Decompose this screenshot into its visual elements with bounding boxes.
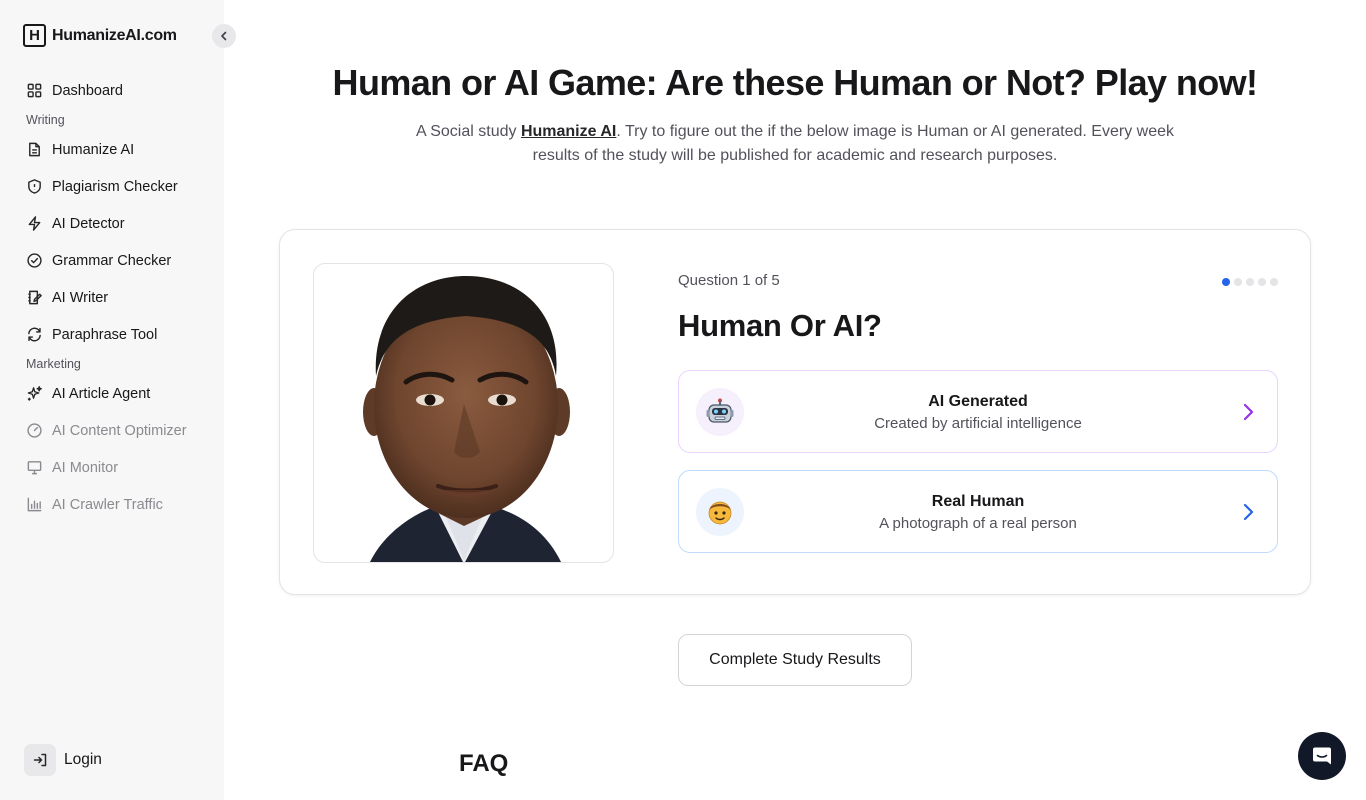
sidebar-item-label: Plagiarism Checker xyxy=(52,178,178,195)
question-title: Human Or AI? xyxy=(678,308,882,343)
gauge-icon xyxy=(27,423,42,438)
nav-section-writing: Writing xyxy=(26,113,65,127)
sidebar: H HumanizeAI.com Dashboard Writing Human… xyxy=(0,0,236,800)
chevron-right-icon xyxy=(1243,403,1254,421)
sidebar-item-label: Grammar Checker xyxy=(52,252,172,269)
login-icon xyxy=(24,744,56,776)
option-title: Real Human xyxy=(931,493,1025,510)
question-progress xyxy=(1222,278,1278,286)
chat-launcher-button[interactable] xyxy=(1298,732,1346,780)
check-circle-icon xyxy=(27,253,42,268)
complete-study-results-button[interactable]: Complete Study Results xyxy=(678,634,912,686)
login-button[interactable]: Login xyxy=(24,744,102,776)
option-real-human[interactable]: Real Human A photograph of a real person xyxy=(678,470,1278,553)
option-title: AI Generated xyxy=(928,393,1028,410)
option-subtitle: Created by artificial intelligence xyxy=(874,415,1082,432)
faq-heading: FAQ xyxy=(459,750,509,777)
sidebar-item-label: AI Detector xyxy=(52,215,125,232)
sparkles-icon xyxy=(27,386,42,401)
refresh-icon xyxy=(28,327,41,342)
sidebar-item-ai-article-agent[interactable]: AI Article Agent xyxy=(0,375,224,412)
brand-mark-icon: H xyxy=(23,24,46,47)
page-subtitle: A Social study Humanize AI. Try to figur… xyxy=(394,120,1196,168)
sidebar-item-ai-crawler-traffic[interactable]: AI Crawler Traffic xyxy=(0,486,224,523)
sidebar-item-label: Humanize AI xyxy=(52,141,135,158)
grid-icon xyxy=(27,83,42,98)
option-ai-generated[interactable]: AI Generated Created by artificial intel… xyxy=(678,370,1278,453)
sidebar-item-humanize-ai[interactable]: Humanize AI xyxy=(0,131,224,168)
sidebar-item-label: AI Writer xyxy=(52,289,109,306)
main-content: Human or AI Game: Are these Human or Not… xyxy=(224,0,1366,800)
nav-section-marketing: Marketing xyxy=(26,357,81,371)
lightning-icon xyxy=(28,216,41,231)
sidebar-item-plagiarism-checker[interactable]: Plagiarism Checker xyxy=(0,168,224,205)
quiz-card: Question 1 of 5 Human Or AI? AI Generate… xyxy=(279,229,1311,595)
login-label: Login xyxy=(64,751,102,768)
page-title: Human or AI Game: Are these Human or Not… xyxy=(332,62,1258,103)
question-counter: Question 1 of 5 xyxy=(678,272,780,289)
shield-icon xyxy=(28,179,41,194)
sidebar-item-label: AI Monitor xyxy=(52,459,119,476)
sidebar-item-ai-content-optimizer[interactable]: AI Content Optimizer xyxy=(0,412,224,449)
monitor-icon xyxy=(27,461,42,475)
sidebar-item-label: Paraphrase Tool xyxy=(52,326,158,343)
sidebar-item-paraphrase-tool[interactable]: Paraphrase Tool xyxy=(0,316,224,353)
humanize-ai-link[interactable]: Humanize AI xyxy=(521,123,616,140)
sidebar-item-dashboard[interactable]: Dashboard xyxy=(0,72,224,109)
sidebar-item-ai-writer[interactable]: AI Writer xyxy=(0,279,224,316)
subtitle-text-start: A Social study xyxy=(416,123,521,140)
chevron-right-icon xyxy=(1243,503,1254,521)
brand-name: HumanizeAI.com xyxy=(52,26,177,44)
sidebar-item-label: Dashboard xyxy=(52,82,123,99)
sidebar-item-label: AI Article Agent xyxy=(52,385,151,402)
bar-chart-icon xyxy=(27,497,42,512)
subtitle-text-end: . Try to figure out the if the below ima… xyxy=(532,123,1174,164)
quiz-face-image xyxy=(313,263,614,563)
sidebar-item-ai-detector[interactable]: AI Detector xyxy=(0,205,224,242)
sidebar-item-label: AI Crawler Traffic xyxy=(52,496,163,513)
notebook-pen-icon xyxy=(28,290,42,305)
progress-dot xyxy=(1222,278,1230,286)
document-icon xyxy=(29,142,40,157)
chat-icon xyxy=(1313,747,1331,765)
option-human-text: Real Human A photograph of a real person xyxy=(679,491,1277,535)
sidebar-item-grammar-checker[interactable]: Grammar Checker xyxy=(0,242,224,279)
sidebar-nav: Dashboard Writing Humanize AI Plagiarism… xyxy=(0,72,224,523)
sidebar-item-ai-monitor[interactable]: AI Monitor xyxy=(0,449,224,486)
option-ai-text: AI Generated Created by artificial intel… xyxy=(679,391,1277,435)
option-subtitle: A photograph of a real person xyxy=(879,515,1077,532)
progress-dot xyxy=(1234,278,1242,286)
progress-dot xyxy=(1246,278,1254,286)
progress-dot xyxy=(1270,278,1278,286)
brand-logo[interactable]: H HumanizeAI.com xyxy=(23,24,177,47)
sidebar-item-label: AI Content Optimizer xyxy=(52,422,187,439)
progress-dot xyxy=(1258,278,1266,286)
